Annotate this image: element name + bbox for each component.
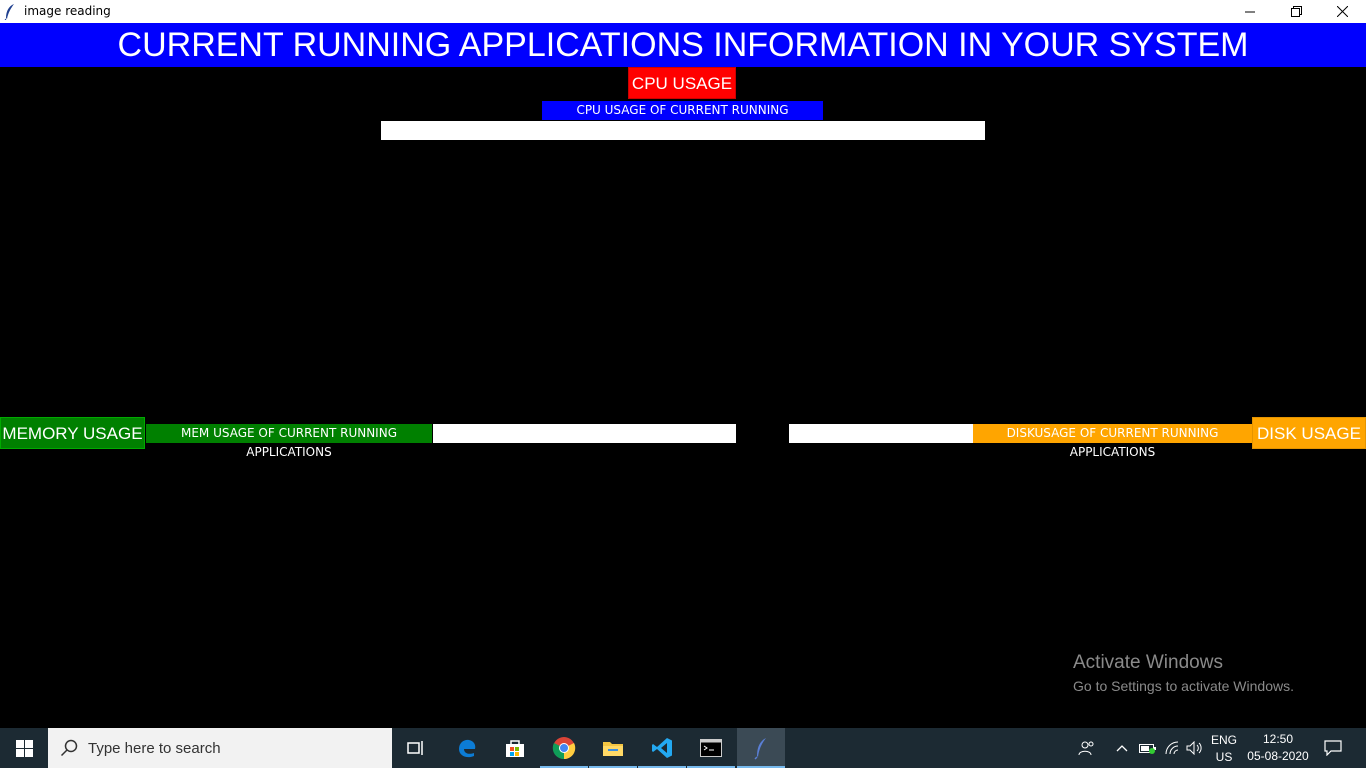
cpu-usage-label: CPU USAGE OF CURRENT RUNNING APPLICATION…: [542, 101, 823, 136]
taskbar-vscode[interactable]: [638, 728, 686, 768]
taskbar-clock[interactable]: 12:50 05-08-2020: [1236, 728, 1320, 768]
taskbar-file-explorer[interactable]: [589, 728, 637, 768]
volume-control[interactable]: [1184, 728, 1206, 768]
terminal-icon: [700, 739, 722, 757]
restore-icon: [1290, 6, 1302, 17]
taskbar-edge[interactable]: [443, 728, 491, 768]
memory-usage-label: MEM USAGE OF CURRENT RUNNING APPLICATION…: [146, 424, 432, 459]
minimize-button[interactable]: [1227, 0, 1273, 23]
windows-logo-icon: [15, 739, 33, 757]
notification-icon: [1324, 740, 1342, 756]
edge-icon: [459, 739, 476, 758]
store-icon: [506, 740, 524, 757]
cpu-usage-button[interactable]: CPU USAGE: [628, 67, 736, 99]
battery-status[interactable]: [1136, 728, 1160, 768]
clock-date: 05-08-2020: [1247, 749, 1309, 763]
taskbar-store[interactable]: [491, 728, 539, 768]
battery-charging-icon: [1139, 744, 1156, 754]
activate-windows-subtitle: Go to Settings to activate Windows.: [1073, 678, 1294, 694]
people-icon: [1078, 741, 1094, 756]
action-center-button[interactable]: [1320, 728, 1346, 768]
chevron-up-icon: [1116, 745, 1128, 752]
start-button[interactable]: [0, 728, 48, 768]
task-view-button[interactable]: [392, 728, 440, 768]
taskbar-chrome[interactable]: [540, 728, 588, 768]
memory-usage-output: [433, 424, 736, 443]
close-button[interactable]: [1319, 0, 1365, 23]
wifi-icon: [1165, 741, 1179, 755]
disk-usage-button[interactable]: DISK USAGE: [1252, 417, 1366, 449]
page-title-banner: CURRENT RUNNING APPLICATIONS INFORMATION…: [0, 23, 1366, 67]
activate-windows-watermark: Activate Windows Go to Settings to activ…: [1073, 652, 1294, 696]
clock-time: 12:50: [1262, 732, 1294, 746]
maximize-button[interactable]: [1273, 0, 1319, 23]
show-hidden-icons-button[interactable]: [1112, 728, 1132, 768]
feather-icon: [4, 4, 14, 20]
vscode-icon: [652, 738, 672, 758]
window-titlebar: image reading: [0, 0, 1366, 23]
feather-icon: [754, 738, 766, 760]
network-status[interactable]: [1162, 728, 1184, 768]
disk-usage-output: [789, 424, 973, 443]
taskbar-search-box[interactable]: Type here to search: [48, 728, 392, 768]
speaker-icon: [1186, 741, 1202, 755]
window-title: image reading: [24, 4, 111, 18]
memory-usage-button[interactable]: MEMORY USAGE: [0, 417, 145, 449]
close-icon: [1336, 6, 1348, 17]
minimize-icon: [1245, 11, 1255, 12]
folder-icon: [603, 742, 623, 756]
taskbar: Type here to search ENG US 12:50 05-08-2…: [0, 728, 1366, 768]
people-button[interactable]: [1076, 728, 1098, 768]
cpu-usage-output: [381, 121, 985, 140]
disk-usage-label: DISKUSAGE OF CURRENT RUNNING APPLICATION…: [973, 424, 1252, 459]
chrome-icon: [552, 737, 576, 760]
taskbar-tk-app[interactable]: [737, 728, 785, 768]
taskbar-terminal[interactable]: [687, 728, 735, 768]
search-icon: [60, 739, 78, 757]
task-view-icon: [407, 741, 423, 755]
search-placeholder: Type here to search: [88, 740, 221, 757]
activate-windows-title: Activate Windows: [1073, 652, 1223, 673]
